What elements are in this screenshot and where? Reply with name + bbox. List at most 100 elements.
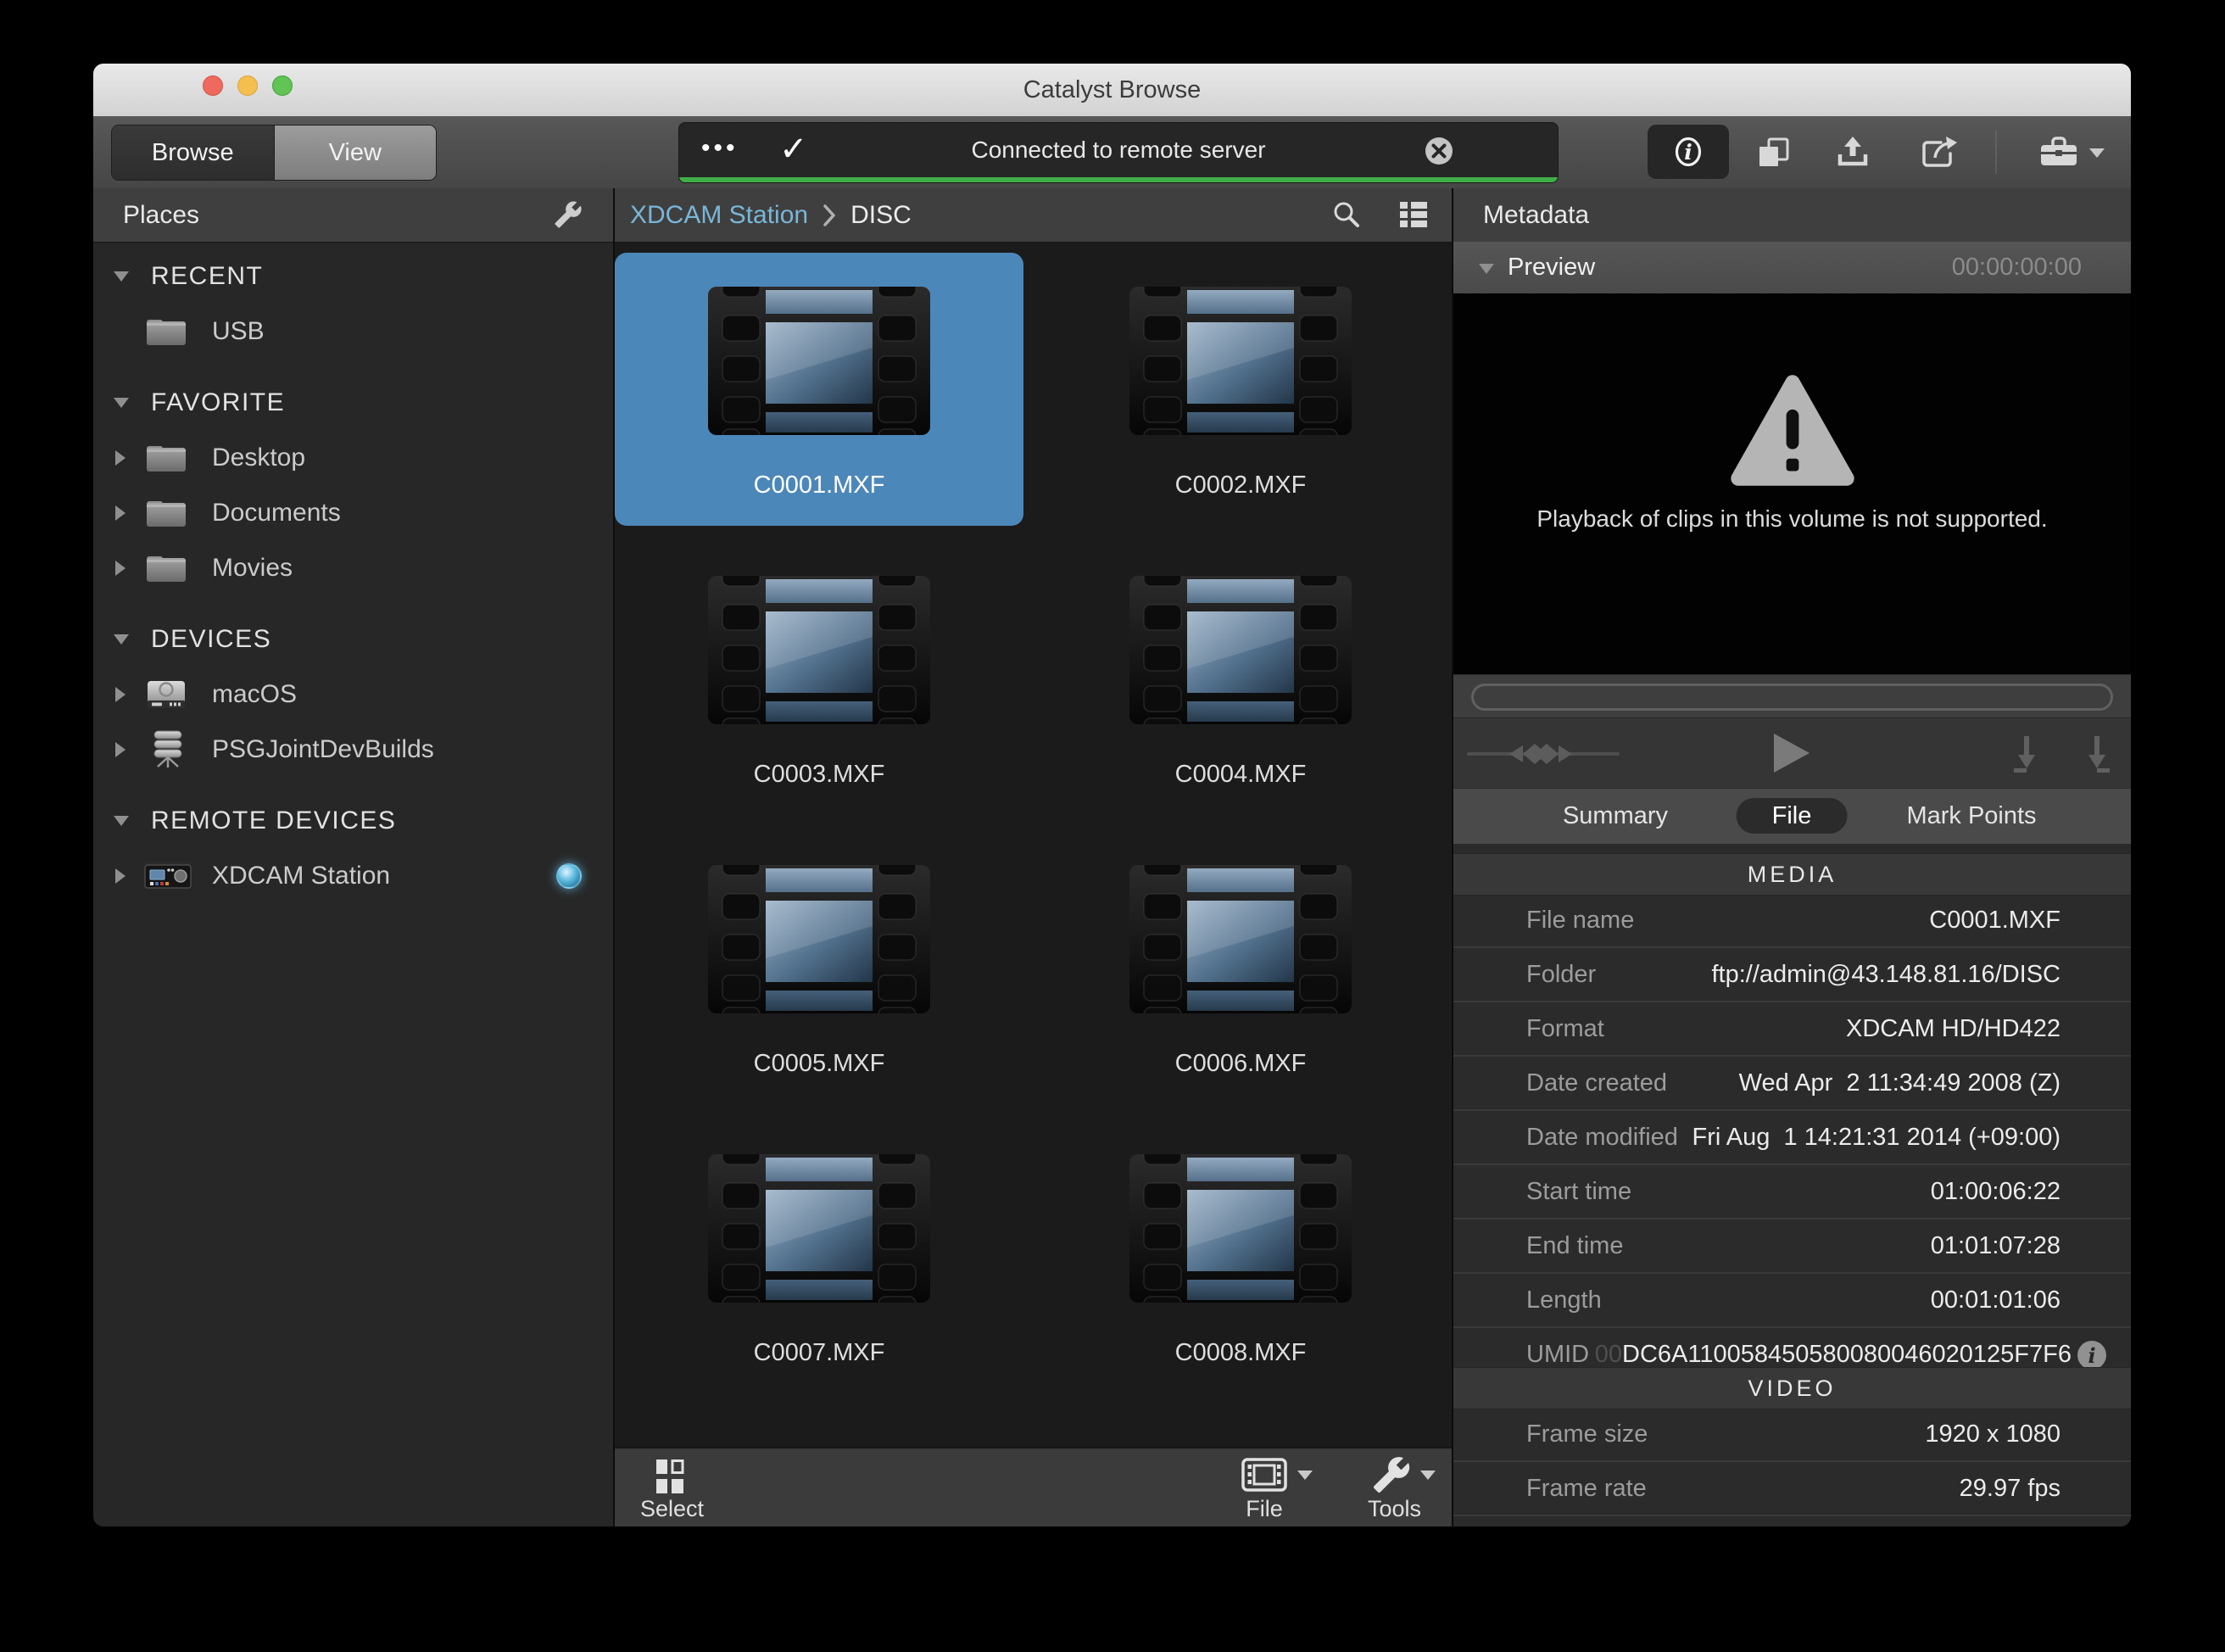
sidebar-item-desktop[interactable]: Desktop xyxy=(93,430,613,485)
expand-triangle-icon[interactable] xyxy=(115,450,125,466)
select-button[interactable]: Select xyxy=(640,1457,700,1522)
row-value: XDCAM HD/HD422 xyxy=(1846,1015,2060,1043)
share-button[interactable] xyxy=(1919,135,1958,170)
warning-triangle-icon xyxy=(1728,374,1857,487)
file-menu-button[interactable]: File xyxy=(1241,1455,1288,1522)
preview-section-header[interactable]: Preview 00:00:00:00 xyxy=(1453,242,2131,294)
file-menu-caret-icon[interactable] xyxy=(1297,1471,1313,1480)
clip-label: C0008.MXF xyxy=(1036,1339,1445,1367)
expand-triangle-icon[interactable] xyxy=(115,742,125,757)
filmstrip-icon xyxy=(1129,576,1352,724)
folder-icon xyxy=(144,315,188,349)
metadata-row-folder: Folder ftp://admin@43.148.81.16/DISC xyxy=(1453,948,2131,1002)
metadata-header: Metadata xyxy=(1453,188,2131,243)
clip-item-c0008[interactable]: C0008.MXF xyxy=(1036,1120,1445,1393)
video-rows: Frame size 1920 x 1080 Frame rate 29.97 … xyxy=(1453,1408,2131,1516)
mark-out-button[interactable] xyxy=(2082,734,2112,773)
tools-menu-caret-icon[interactable] xyxy=(1420,1471,1436,1480)
clip-item-c0002[interactable]: C0002.MXF xyxy=(1036,253,1445,526)
clip-item-c0003[interactable]: C0003.MXF xyxy=(615,542,1023,815)
browse-mode-button[interactable]: Browse xyxy=(112,126,275,180)
metadata-row-end-time: End time 01:01:07:28 xyxy=(1453,1219,2131,1274)
notification-close-icon[interactable] xyxy=(1422,134,1456,168)
collapse-triangle-icon[interactable] xyxy=(114,271,129,282)
sidebar-item-macos[interactable]: macOS xyxy=(93,667,613,722)
sidebar-item-movies[interactable]: Movies xyxy=(93,540,613,595)
clip-item-c0006[interactable]: C0006.MXF xyxy=(1036,831,1445,1104)
metadata-row-date-created: Date created Wed Apr 2 11:34:49 2008 (Z) xyxy=(1453,1057,2131,1111)
info-toggle-button[interactable] xyxy=(1648,125,1729,179)
filmstrip-icon xyxy=(708,865,930,1013)
media-rows: File name C0001.MXF Folder ftp://admin@4… xyxy=(1453,894,2131,1381)
breadcrumb-root-link[interactable]: XDCAM Station xyxy=(630,188,808,242)
tools-menu-label: Tools xyxy=(1368,1496,1415,1522)
row-label: File name xyxy=(1526,907,1634,935)
section-favorite: FAVORITE Desktop Documents xyxy=(93,375,613,595)
metadata-panel: Metadata Preview 00:00:00:00 Playback of… xyxy=(1453,188,2131,1526)
row-value: 00:01:01:06 xyxy=(1931,1286,2060,1314)
row-value: Wed Apr 2 11:34:49 2008 (Z) xyxy=(1739,1069,2060,1097)
sidebar-item-documents[interactable]: Documents xyxy=(93,485,613,540)
preview-warning-text: Playback of clips in this volume is not … xyxy=(1536,505,2047,533)
row-value: 01:01:07:28 xyxy=(1931,1232,2060,1260)
seek-bar[interactable] xyxy=(1471,684,2113,711)
sidebar-item-psgjointdevbuilds[interactable]: PSGJointDevBuilds xyxy=(93,722,613,777)
sidebar-item-label: USB xyxy=(212,317,265,346)
expand-triangle-icon[interactable] xyxy=(115,561,125,576)
umid-info-icon[interactable] xyxy=(2077,1340,2107,1370)
collapse-triangle-icon[interactable] xyxy=(114,398,129,408)
view-mode-button[interactable]: View xyxy=(275,126,437,180)
metadata-row-length: Length 00:01:01:06 xyxy=(1453,1274,2131,1328)
progress-bar xyxy=(679,177,1558,182)
seek-row xyxy=(1453,674,2131,718)
upload-button[interactable] xyxy=(1834,135,1871,170)
section-header-devices[interactable]: DEVICES xyxy=(93,611,613,667)
sidebar-item-xdcam-station[interactable]: XDCAM Station xyxy=(93,848,613,903)
row-label: Folder xyxy=(1526,961,1596,989)
filmstrip-icon xyxy=(708,287,930,435)
tab-mark-points[interactable]: Mark Points xyxy=(1906,789,2036,844)
clip-item-c0007[interactable]: C0007.MXF xyxy=(615,1120,1023,1393)
notification-banner[interactable]: ••• ✓ Connected to remote server xyxy=(678,122,1559,183)
places-settings-wrench-icon[interactable] xyxy=(554,200,583,229)
select-checkboxes-icon xyxy=(654,1457,686,1494)
toolbox-button[interactable] xyxy=(2038,135,2079,169)
clip-item-c0004[interactable]: C0004.MXF xyxy=(1036,542,1445,815)
collapse-triangle-icon[interactable] xyxy=(114,634,129,645)
row-label: Frame size xyxy=(1526,1420,1648,1448)
preview-timecode: 00:00:00:00 xyxy=(1952,242,2082,293)
search-icon[interactable] xyxy=(1332,200,1361,229)
list-view-icon[interactable] xyxy=(1400,202,1427,227)
clip-label: C0006.MXF xyxy=(1036,1050,1445,1078)
toolbox-dropdown-caret-icon[interactable] xyxy=(2089,148,2105,158)
section-label: FAVORITE xyxy=(151,388,285,417)
play-button[interactable] xyxy=(1772,734,1811,773)
expand-triangle-icon[interactable] xyxy=(115,687,125,702)
breadcrumb-chevron-icon xyxy=(822,203,837,228)
filmstrip-icon xyxy=(1129,865,1352,1013)
section-header-remote-devices[interactable]: REMOTE DEVICES xyxy=(93,793,613,848)
clip-item-c0001[interactable]: C0001.MXF xyxy=(615,253,1023,526)
preview-viewport: Playback of clips in this volume is not … xyxy=(1453,293,2131,674)
expand-triangle-icon[interactable] xyxy=(115,505,125,521)
tab-summary[interactable]: Summary xyxy=(1563,789,1668,844)
expand-triangle-icon[interactable] xyxy=(115,868,125,884)
xdcam-deck-icon xyxy=(144,859,192,893)
metadata-row-frame-size: Frame size 1920 x 1080 xyxy=(1453,1408,2131,1462)
clip-item-c0005[interactable]: C0005.MXF xyxy=(615,831,1023,1104)
tab-file[interactable]: File xyxy=(1737,798,1848,834)
clip-label: C0002.MXF xyxy=(1036,472,1445,500)
copy-button[interactable] xyxy=(1755,137,1791,169)
collapse-triangle-icon[interactable] xyxy=(114,816,129,826)
row-value: Fri Aug 1 14:21:31 2014 (+09:00) xyxy=(1692,1124,2060,1152)
section-header-recent[interactable]: RECENT xyxy=(93,248,613,304)
collapse-triangle-icon[interactable] xyxy=(1479,264,1494,274)
mark-in-button[interactable] xyxy=(2011,734,2042,773)
connected-status-dot xyxy=(556,863,582,889)
section-label: DEVICES xyxy=(151,625,271,654)
tools-menu-button[interactable]: Tools xyxy=(1368,1455,1415,1522)
shuttle-control[interactable] xyxy=(1467,737,1620,771)
sidebar-item-usb[interactable]: USB xyxy=(93,304,613,359)
section-header-favorite[interactable]: FAVORITE xyxy=(93,375,613,430)
places-tree: RECENT USB FAVORITE Desktop xyxy=(93,242,613,1526)
